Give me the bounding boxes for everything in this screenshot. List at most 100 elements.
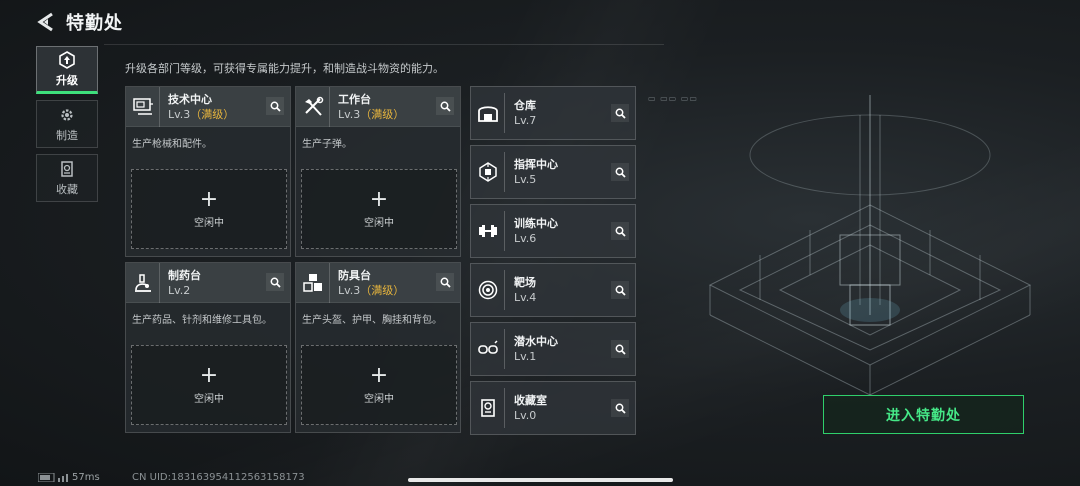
search-icon: [270, 101, 281, 112]
search-icon: [615, 344, 626, 355]
facility-item-collection-room[interactable]: 收藏室 Lv.0: [470, 381, 636, 435]
nav-tab-craft[interactable]: 制造: [36, 100, 98, 148]
tools-icon: [296, 86, 330, 127]
facility-item-command-center[interactable]: 指挥中心 Lv.5: [470, 145, 636, 199]
signal-icon: [38, 473, 68, 482]
search-icon: [270, 277, 281, 288]
add-icon: +: [369, 186, 389, 212]
facility-level: Lv.3（满级）: [168, 107, 235, 121]
facility-name: 训练中心: [514, 217, 558, 230]
computer-icon: [126, 86, 160, 127]
page-description: 升级各部门等级，可获得专属能力提升，和制造战斗物资的能力。: [125, 62, 444, 75]
facility-description: 生产药品、针剂和维修工具包。: [132, 315, 272, 326]
facility-name: 技术中心: [168, 92, 212, 106]
facility-description: 生产枪械和配件。: [132, 139, 212, 150]
search-icon: [440, 101, 451, 112]
search-button[interactable]: [611, 222, 629, 240]
collection-icon: [61, 160, 73, 177]
facility-name: 靶场: [514, 276, 536, 289]
search-button[interactable]: [266, 97, 284, 115]
facility-name: 指挥中心: [514, 158, 558, 171]
facility-level: Lv.1: [514, 350, 537, 363]
facility-card-workbench[interactable]: 工作台 Lv.3（满级） 生产子弹。 + 空闲中: [295, 86, 461, 257]
facility-card-armor-bench[interactable]: 防具台 Lv.3（满级） 生产头盔、护甲、胸挂和背包。 + 空闲中: [295, 262, 461, 433]
facility-level: Lv.3（满级）: [338, 283, 405, 297]
nav-tab-label: 升级: [56, 73, 78, 87]
facility-description: 生产头盔、护甲、胸挂和背包。: [302, 315, 442, 326]
facility-item-diving-center[interactable]: 潜水中心 Lv.1: [470, 322, 636, 376]
search-button[interactable]: [611, 163, 629, 181]
slot-status: 空闲中: [194, 393, 224, 405]
hud-decoration: ▭ ▭▭ ▭▭: [648, 94, 698, 103]
network-status: 57ms: [38, 472, 100, 483]
user-uid: CN UID:183163954112563158173: [132, 472, 305, 483]
add-icon: +: [199, 186, 219, 212]
microscope-icon: [126, 262, 160, 303]
base-structure-illustration: [708, 95, 1032, 396]
slot-status: 空闲中: [364, 393, 394, 405]
facility-name: 仓库: [514, 99, 536, 112]
production-slot[interactable]: + 空闲中: [131, 345, 287, 425]
gear-icon: [61, 108, 73, 121]
production-slot[interactable]: + 空闲中: [301, 169, 457, 249]
search-button[interactable]: [611, 340, 629, 358]
add-icon: +: [369, 362, 389, 388]
chip-icon: [471, 152, 505, 192]
facility-name: 收藏室: [514, 394, 547, 407]
search-button[interactable]: [611, 281, 629, 299]
search-button[interactable]: [611, 104, 629, 122]
facility-level: Lv.6: [514, 232, 537, 245]
facility-level: Lv.5: [514, 173, 537, 186]
ping-value: 57ms: [72, 472, 100, 483]
facility-level: Lv.3（满级）: [338, 107, 405, 121]
home-indicator[interactable]: [408, 478, 673, 482]
search-icon: [615, 167, 626, 178]
slot-status: 空闲中: [194, 217, 224, 229]
nav-tab-collection[interactable]: 收藏: [36, 154, 98, 202]
header-divider: [104, 44, 664, 45]
search-icon: [615, 403, 626, 414]
enter-special-ops-button[interactable]: 进入特勤处: [823, 395, 1024, 434]
diving-mask-icon: [471, 329, 505, 369]
side-nav: 升级 制造 收藏: [36, 46, 98, 208]
facility-item-training-center[interactable]: 训练中心 Lv.6: [470, 204, 636, 258]
page-title: 特勤处: [66, 13, 123, 34]
nav-tab-upgrade[interactable]: 升级: [36, 46, 98, 94]
facility-name: 防具台: [338, 268, 371, 282]
facility-item-shooting-range[interactable]: 靶场 Lv.4: [470, 263, 636, 317]
search-button[interactable]: [266, 273, 284, 291]
search-button[interactable]: [611, 399, 629, 417]
facility-card-tech-center[interactable]: 技术中心 Lv.3（满级） 生产枪械和配件。 + 空闲中: [125, 86, 291, 257]
collection-room-icon: [471, 388, 505, 428]
facility-name: 制药台: [168, 268, 201, 282]
add-icon: +: [199, 362, 219, 388]
slot-status: 空闲中: [364, 217, 394, 229]
facility-name: 潜水中心: [514, 335, 558, 348]
header: 特勤处: [36, 9, 123, 35]
nav-tab-label: 收藏: [56, 182, 78, 196]
facility-level: Lv.0: [514, 409, 537, 422]
search-icon: [615, 226, 626, 237]
production-slot[interactable]: + 空闲中: [301, 345, 457, 425]
facility-level: Lv.7: [514, 114, 537, 127]
card-header: 工作台 Lv.3（满级）: [296, 86, 460, 127]
search-button[interactable]: [436, 273, 454, 291]
dumbbell-icon: [471, 211, 505, 251]
search-icon: [615, 108, 626, 119]
card-header: 制药台 Lv.2: [126, 262, 290, 303]
warehouse-icon: [471, 93, 505, 133]
armor-boxes-icon: [296, 262, 330, 303]
search-icon: [615, 285, 626, 296]
back-arrow-icon[interactable]: [36, 11, 58, 33]
facility-level: Lv.4: [514, 291, 537, 304]
facility-card-pharmacy[interactable]: 制药台 Lv.2 生产药品、针剂和维修工具包。 + 空闲中: [125, 262, 291, 433]
facility-name: 工作台: [338, 92, 371, 106]
card-header: 技术中心 Lv.3（满级）: [126, 86, 290, 127]
facility-item-warehouse[interactable]: 仓库 Lv.7: [470, 86, 636, 140]
search-button[interactable]: [436, 97, 454, 115]
nav-tab-label: 制造: [56, 128, 78, 142]
production-slot[interactable]: + 空闲中: [131, 169, 287, 249]
target-icon: [471, 270, 505, 310]
search-icon: [440, 277, 451, 288]
facility-description: 生产子弹。: [302, 139, 352, 150]
